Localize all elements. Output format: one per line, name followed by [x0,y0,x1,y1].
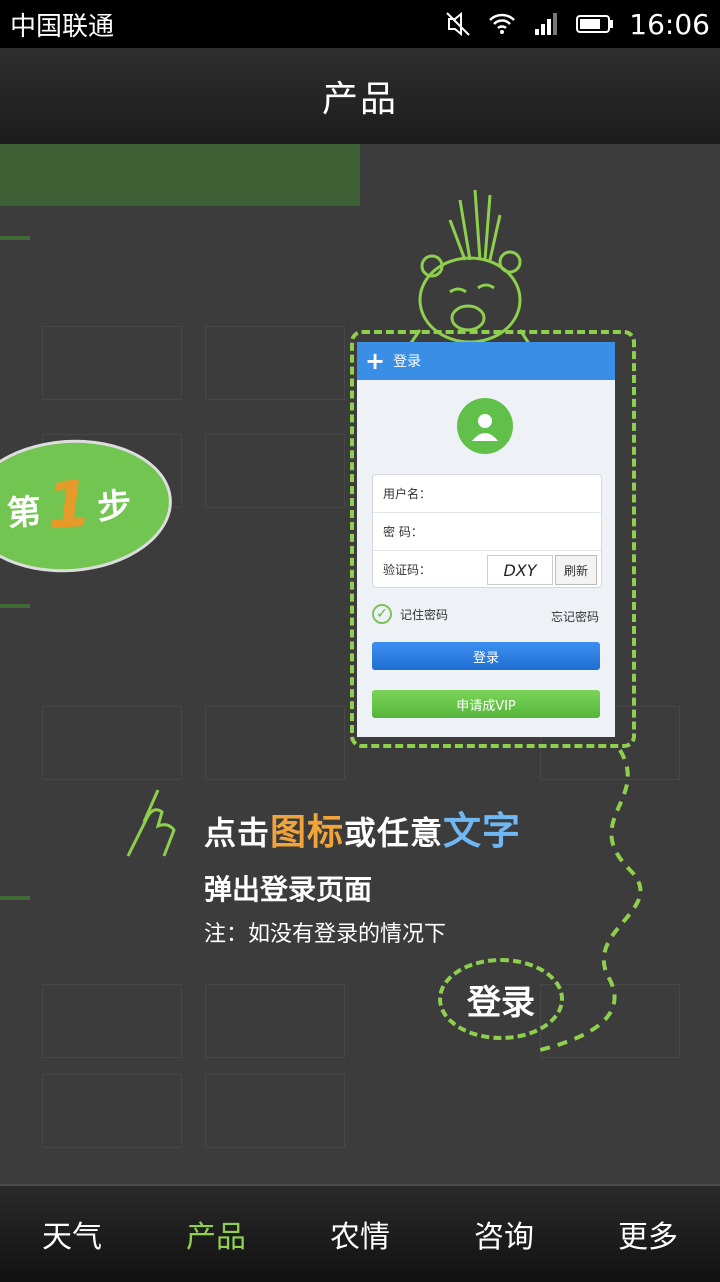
signal-icon [535,13,558,35]
login-fields: 用户名： 密 码： 验证码： DXY 刷新 [372,474,602,588]
login-dialog-preview[interactable]: + 登录 用户名： 密 码： 验证码： DXY 刷新 ✓ 记住密码 忘记密码 登… [357,342,615,737]
instruction-text-icon: 图标 [270,812,345,853]
remember-password-label: 记住密码 [400,607,449,622]
captcha-image: DXY [487,555,553,585]
user-avatar-icon [457,398,513,454]
cartoon-character-illustration [404,189,534,350]
mute-icon [446,11,471,37]
wifi-icon [489,13,516,34]
plus-icon: + [365,347,386,375]
instruction-text-or: 或任意 [344,814,444,852]
password-label: 密 码： [383,525,423,539]
remember-password[interactable]: ✓ 记住密码 [372,604,448,624]
step-suffix: 步 [96,485,133,528]
page-title: 产品 [321,79,398,120]
title-bar: 产品 [0,48,720,145]
login-bubble[interactable]: 登录 [438,958,564,1040]
background-tab-1 [0,144,360,206]
bg-cell [205,434,345,508]
captcha-label: 验证码： [383,563,432,577]
step-prefix: 第 [5,491,43,534]
refresh-captcha-button[interactable]: 刷新 [555,555,597,585]
status-bar: 中国联通 16:06 [0,0,720,48]
carrier-label: 中国联通 [10,11,115,42]
bg-cell [42,326,182,400]
bg-cell [205,326,345,400]
bg-cell [42,1074,182,1148]
instruction-line-2: 弹出登录页面 [204,873,373,906]
instruction-text-a: 点击 [204,814,271,852]
section-marker [0,236,30,240]
login-button[interactable]: 登录 [372,642,600,670]
login-dialog-header: + 登录 [357,342,615,380]
status-icons: 16:06 [443,8,710,41]
nav-farm-conditions[interactable]: 农情 [288,1186,432,1282]
nav-consult[interactable]: 咨询 [432,1186,576,1282]
nav-products[interactable]: 产品 [144,1186,288,1282]
bg-cell [205,984,345,1058]
nav-weather[interactable]: 天气 [0,1186,144,1282]
clock: 16:06 [629,7,710,41]
section-marker [0,896,30,900]
bg-cell [205,706,345,780]
password-field[interactable]: 密 码： [373,513,601,551]
checkmark-icon: ✓ [372,604,392,624]
bg-cell [42,984,182,1058]
forgot-password-link[interactable]: 忘记密码 [551,608,599,625]
bg-cell [205,1074,345,1148]
instruction-note: 注：如没有登录的情况下 [204,922,447,947]
nav-more[interactable]: 更多 [576,1186,720,1282]
bottom-navigation: 天气 产品 农情 咨询 更多 [0,1184,720,1282]
step-number: 1 [44,467,94,545]
captcha-field[interactable]: 验证码： DXY 刷新 [373,551,601,588]
background-tabs [0,144,720,206]
username-field[interactable]: 用户名： [373,475,601,513]
hand-pointer-icon [126,789,176,857]
battery-icon [576,15,614,33]
username-label: 用户名： [383,487,432,501]
section-marker [0,604,30,608]
apply-vip-button[interactable]: 申请成VIP [372,690,600,718]
instruction-text-word: 文字 [443,809,522,853]
bg-cell [42,706,182,780]
login-dialog-title: 登录 [393,354,422,370]
instruction-line-1: 点击图标或任意文字 [204,800,521,855]
